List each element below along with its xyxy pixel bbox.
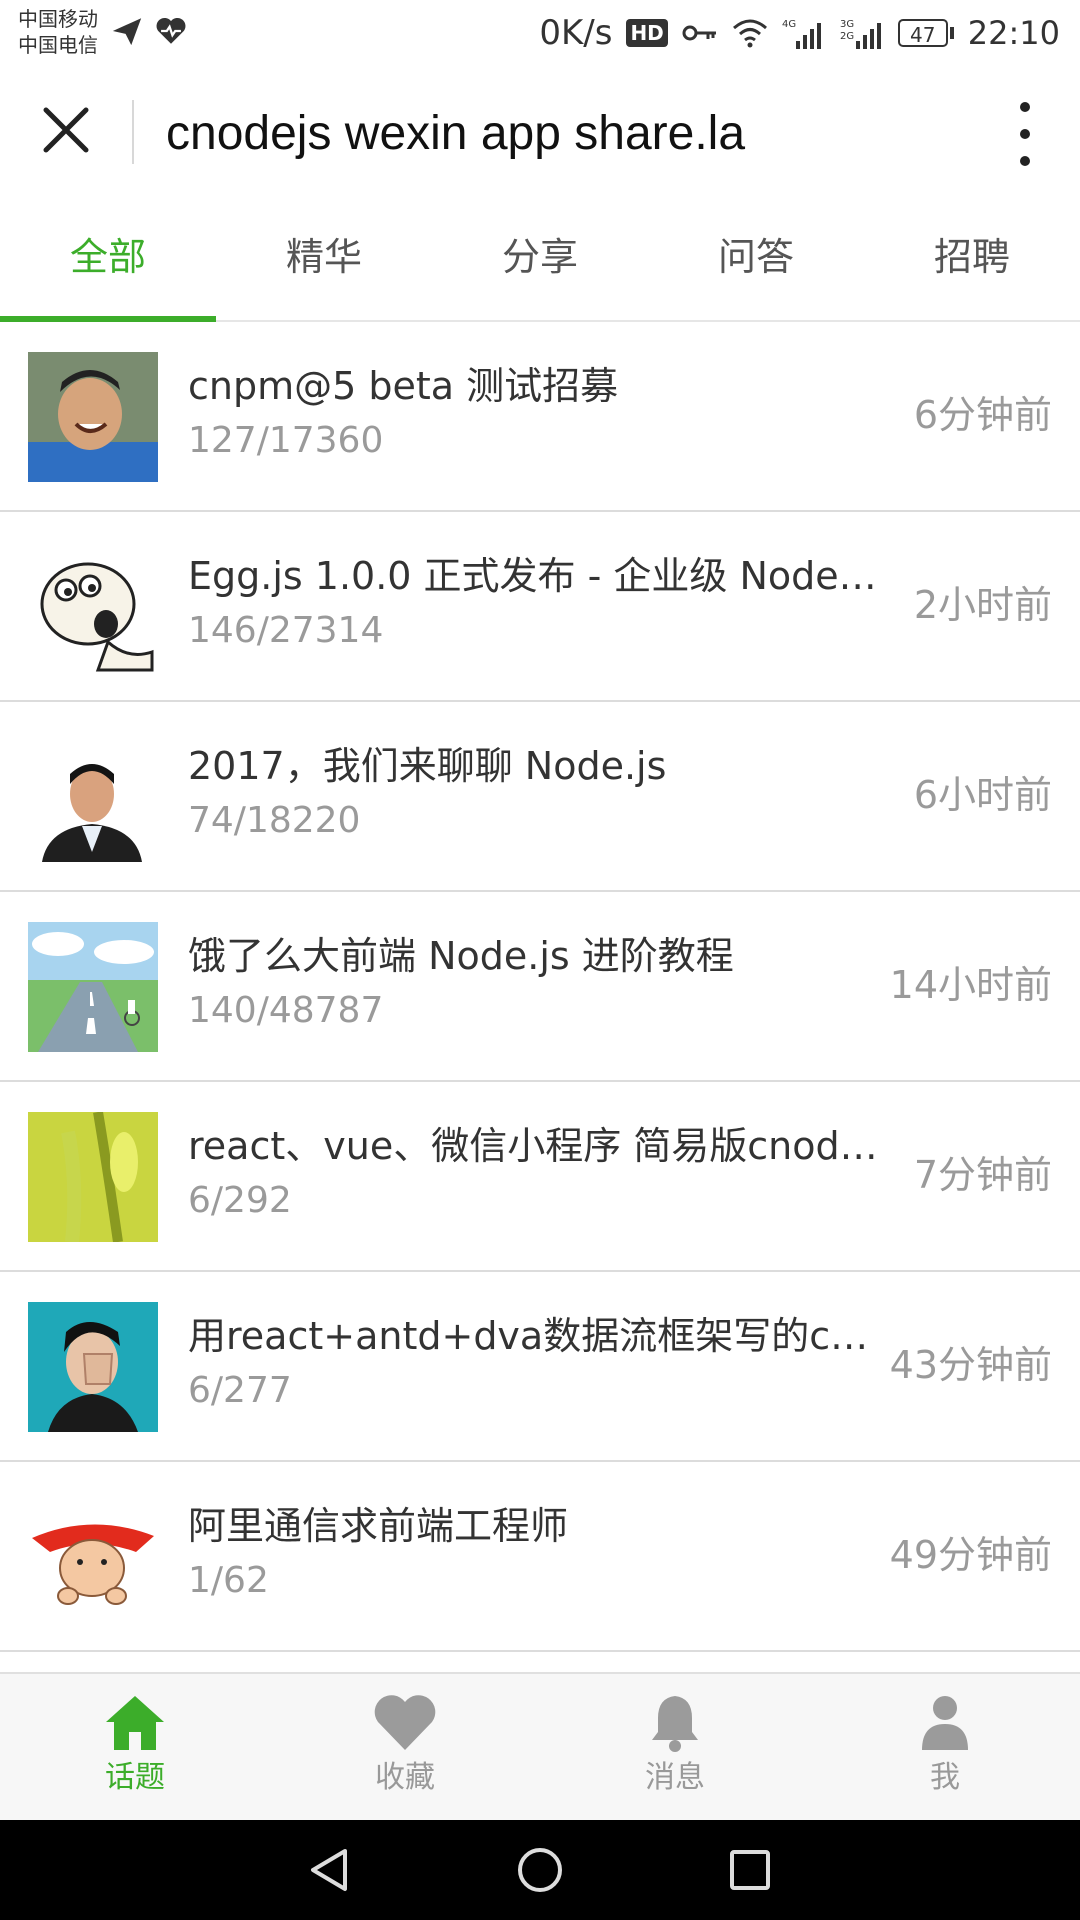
carrier-info: 中国移动 中国电信 — [18, 6, 98, 58]
category-tabs: 全部 精华 分享 问答 招聘 — [0, 202, 1080, 322]
more-dot-icon — [1020, 102, 1030, 112]
signal-4g-icon: 4G — [782, 19, 821, 49]
paper-plane-icon — [112, 18, 142, 46]
topic-time: 6小时前 — [913, 773, 1052, 817]
topic-row[interactable]: 饿了么大前端 Node.js 进阶教程 140/48787 14小时前 — [0, 892, 1080, 1082]
nav-label: 我 — [930, 1760, 960, 1795]
app-header: cnodejs wexin app share.la — [0, 66, 1080, 202]
topic-time: 2小时前 — [913, 583, 1052, 627]
topic-stats: 146/27314 — [188, 610, 384, 651]
avatar — [28, 1302, 158, 1432]
avatar — [28, 542, 158, 672]
tab-job[interactable]: 招聘 — [864, 202, 1080, 320]
battery-level: 47 — [897, 19, 948, 47]
carrier-1: 中国移动 — [18, 7, 98, 31]
topic-stats: 1/62 — [188, 1560, 269, 1601]
nav-label: 收藏 — [375, 1760, 435, 1795]
system-nav-bar — [0, 1820, 1080, 1920]
avatar — [28, 732, 158, 862]
topic-stats: 74/18220 — [188, 800, 361, 841]
topic-title: 2017，我们来聊聊 Node.js — [188, 744, 667, 788]
avatar — [28, 352, 158, 482]
topic-title: 阿里通信求前端工程师 — [188, 1504, 569, 1548]
heart-icon — [374, 1695, 436, 1750]
notification-icons — [110, 14, 188, 48]
avatar — [28, 1492, 158, 1622]
close-icon — [43, 107, 89, 153]
nav-topics[interactable]: 话题 — [0, 1674, 270, 1820]
header-divider — [132, 100, 134, 164]
person-icon — [922, 1696, 968, 1750]
topic-stats: 140/48787 — [188, 990, 384, 1031]
topic-stats: 127/17360 — [188, 420, 384, 461]
nav-me[interactable]: 我 — [810, 1674, 1080, 1820]
nav-messages[interactable]: 消息 — [540, 1674, 810, 1820]
more-dot-icon — [1020, 129, 1030, 139]
home-icon — [106, 1696, 164, 1750]
topic-time: 49分钟前 — [889, 1533, 1052, 1577]
topic-title: 饿了么大前端 Node.js 进阶教程 — [188, 934, 734, 978]
tab-share[interactable]: 分享 — [432, 202, 648, 320]
avatar — [28, 922, 158, 1052]
bottom-nav: 话题 收藏 消息 我 — [0, 1672, 1080, 1820]
topic-row[interactable]: Egg.js 1.0.0 正式发布 - 企业级 Node.js 框架 146/2… — [0, 512, 1080, 702]
close-button[interactable] — [36, 100, 96, 160]
topic-stats: 6/292 — [188, 1180, 292, 1221]
topic-time: 14小时前 — [889, 963, 1052, 1007]
svg-text:4G: 4G — [782, 19, 796, 30]
topic-title: cnpm@5 beta 测试招募 — [188, 364, 619, 408]
topic-row[interactable]: 阿里通信求前端工程师 1/62 49分钟前 — [0, 1462, 1080, 1652]
nav-label: 消息 — [645, 1760, 705, 1795]
svg-text:3G: 3G — [840, 19, 854, 30]
topic-row[interactable]: react、vue、微信小程序 简易版cnodejs 6/292 7分钟前 — [0, 1082, 1080, 1272]
page-title: cnodejs wexin app share.la — [166, 107, 746, 160]
topic-stats: 6/277 — [188, 1370, 292, 1411]
more-menu-button[interactable] — [1010, 102, 1040, 166]
tab-ask[interactable]: 问答 — [648, 202, 864, 320]
key-icon — [682, 25, 716, 41]
battery-indicator: 47 — [897, 19, 954, 47]
topic-row[interactable]: 2017，我们来聊聊 Node.js 74/18220 6小时前 — [0, 702, 1080, 892]
topic-title: Egg.js 1.0.0 正式发布 - 企业级 Node.js 框架 — [188, 554, 888, 598]
back-icon[interactable] — [305, 1845, 355, 1895]
topic-list: cnpm@5 beta 测试招募 127/17360 6分钟前 Egg.js 1… — [0, 322, 1080, 1652]
recents-icon[interactable] — [725, 1845, 775, 1895]
topic-title: 用react+antd+dva数据流框架写的cnodejs — [188, 1314, 888, 1358]
status-bar: 中国移动 中国电信 0K/s HD 4G 3G 2G 47 22:10 — [0, 0, 1080, 66]
topic-time: 7分钟前 — [913, 1153, 1052, 1197]
more-dot-icon — [1020, 156, 1030, 166]
network-speed: 0K/s — [539, 13, 613, 53]
nav-label: 话题 — [105, 1760, 165, 1795]
svg-text:2G: 2G — [840, 31, 854, 42]
hd-badge: HD — [626, 19, 668, 47]
bell-icon — [652, 1696, 698, 1752]
clock: 22:10 — [967, 14, 1060, 52]
avatar — [28, 1112, 158, 1242]
home-circle-icon[interactable] — [515, 1845, 565, 1895]
topic-row[interactable]: 用react+antd+dva数据流框架写的cnodejs 6/277 43分钟… — [0, 1272, 1080, 1462]
topic-row[interactable]: cnpm@5 beta 测试招募 127/17360 6分钟前 — [0, 322, 1080, 512]
tab-good[interactable]: 精华 — [216, 202, 432, 320]
topic-time: 6分钟前 — [913, 393, 1052, 437]
heart-pulse-icon — [156, 17, 186, 44]
carrier-2: 中国电信 — [18, 33, 98, 57]
wifi-icon — [732, 19, 767, 48]
topic-title: react、vue、微信小程序 简易版cnodejs — [188, 1124, 888, 1168]
tab-all[interactable]: 全部 — [0, 202, 216, 322]
status-right: 0K/s HD 4G 3G 2G 47 22:10 — [539, 10, 1060, 56]
nav-favorites[interactable]: 收藏 — [270, 1674, 540, 1820]
topic-time: 43分钟前 — [889, 1343, 1052, 1387]
signal-3g2g-icon: 3G 2G — [840, 19, 881, 49]
